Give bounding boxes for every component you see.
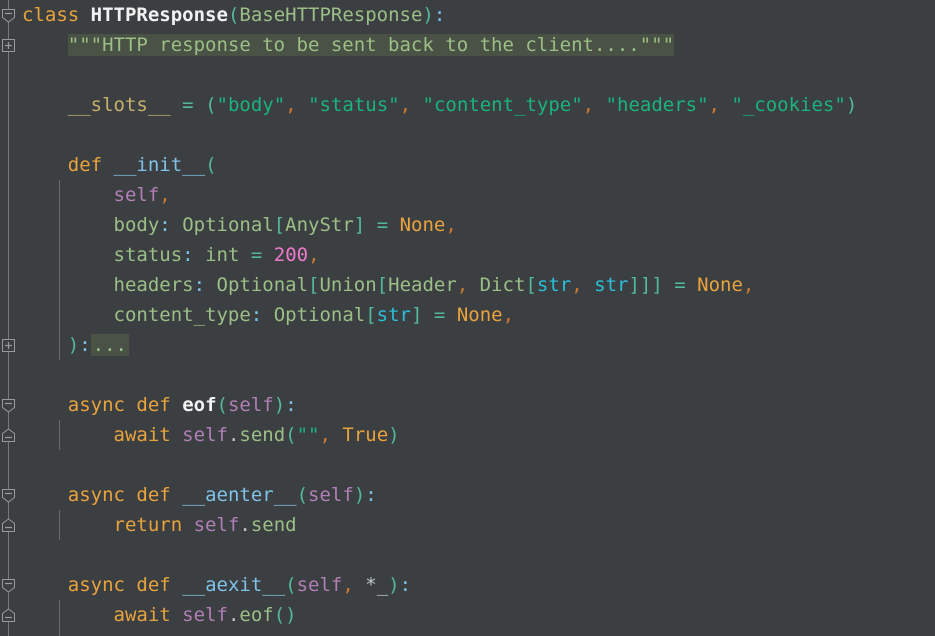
slots-identifier: __slots__	[67, 94, 171, 116]
colon: :	[433, 4, 446, 26]
code-surface[interactable]: class HTTPResponse(BaseHTTPResponse): ""…	[22, 0, 935, 636]
code-line-7[interactable]: self,	[22, 180, 171, 210]
param-self: self	[296, 574, 343, 596]
fold-collapse-eof-icon[interactable]	[0, 397, 17, 414]
self-reference: self	[182, 604, 228, 626]
self-reference: self	[193, 514, 240, 536]
code-line-10[interactable]: headers: Optional[Union[Header, Dict[str…	[22, 270, 755, 300]
code-line-1[interactable]: class HTTPResponse(BaseHTTPResponse):	[22, 0, 445, 30]
type-optional: Optional	[182, 214, 274, 236]
default-none: None	[399, 214, 446, 236]
keyword-class: class	[22, 4, 80, 26]
keyword-await: await	[113, 604, 171, 626]
fold-end-eof-icon[interactable]	[0, 427, 17, 444]
default-status-value: 200	[273, 244, 309, 266]
fold-collapse-aexit-icon[interactable]	[0, 577, 17, 594]
gutter-rail	[8, 0, 9, 636]
code-line-6[interactable]: def __init__(	[22, 150, 217, 180]
arg-true: True	[342, 424, 389, 446]
slots-value-cookies: "_cookies"	[731, 94, 846, 116]
fold-end-aenter-icon[interactable]	[0, 517, 17, 534]
method-name-aenter: __aenter__	[182, 484, 297, 506]
param-content-type: content_type	[113, 304, 251, 326]
type-str: str	[376, 304, 411, 326]
fold-end-aexit-icon[interactable]	[0, 607, 17, 624]
type-dict: Dict	[479, 274, 526, 296]
arg-empty-string: ""	[296, 424, 320, 446]
code-line-14[interactable]: async def eof(self):	[22, 390, 297, 420]
code-line-11[interactable]: content_type: Optional[str] = None,	[22, 300, 515, 330]
assign-operator: =	[182, 94, 194, 116]
method-call-eof: eof	[239, 604, 274, 626]
type-int: int	[205, 244, 240, 266]
fold-collapse-class-icon[interactable]	[0, 7, 17, 24]
type-union: Union	[319, 274, 377, 296]
type-str: str	[536, 274, 572, 296]
code-line-2[interactable]: """HTTP response to be sent back to the …	[22, 30, 675, 60]
keyword-def: def	[136, 394, 171, 416]
param-headers: headers	[113, 274, 194, 296]
fold-expand-docstring-icon[interactable]	[0, 37, 17, 54]
param-status: status	[113, 244, 183, 266]
base-class-name: BaseHTTPResponse	[239, 4, 423, 26]
code-line-9[interactable]: status: int = 200,	[22, 240, 320, 270]
code-editor[interactable]: class HTTPResponse(BaseHTTPResponse): ""…	[0, 0, 935, 636]
folded-body-placeholder[interactable]: ...	[90, 334, 129, 356]
keyword-def: def	[136, 484, 171, 506]
method-call-send: send	[239, 424, 286, 446]
class-docstring: """HTTP response to be sent back to the …	[67, 34, 675, 56]
code-line-4[interactable]: __slots__ = ("body", "status", "content_…	[22, 90, 858, 120]
type-str: str	[594, 274, 629, 296]
paren-open: (	[227, 4, 240, 26]
class-name: HTTPResponse	[90, 4, 228, 26]
slots-value-content-type: "content_type"	[422, 94, 583, 116]
code-line-12[interactable]: ):...	[22, 330, 129, 360]
keyword-async: async	[67, 484, 125, 506]
keyword-async: async	[67, 574, 125, 596]
type-optional: Optional	[273, 304, 366, 326]
keyword-async: async	[67, 394, 125, 416]
keyword-def: def	[136, 574, 171, 596]
attribute-send: send	[250, 514, 297, 536]
slots-value-body: "body"	[216, 94, 286, 116]
editor-gutter[interactable]	[0, 0, 22, 636]
keyword-def: def	[67, 154, 103, 176]
type-anystr: AnyStr	[285, 214, 354, 236]
code-line-21[interactable]: await self.eof()	[22, 600, 297, 630]
default-none: None	[456, 304, 503, 326]
slots-value-headers: "headers"	[605, 94, 709, 116]
method-name-eof: eof	[182, 394, 217, 416]
method-name-init: __init__	[113, 154, 206, 176]
param-self: self	[227, 394, 274, 416]
param-self: self	[113, 184, 160, 206]
code-line-8[interactable]: body: Optional[AnyStr] = None,	[22, 210, 457, 240]
code-line-20[interactable]: async def __aexit__(self, *_):	[22, 570, 411, 600]
code-line-15[interactable]: await self.send("", True)	[22, 420, 400, 450]
default-none: None	[697, 274, 743, 296]
method-name-aexit: __aexit__	[182, 574, 286, 596]
fold-expand-init-icon[interactable]	[0, 337, 17, 354]
param-body: body	[113, 214, 160, 236]
code-line-17[interactable]: async def __aenter__(self):	[22, 480, 377, 510]
type-optional: Optional	[216, 274, 309, 296]
keyword-await: await	[113, 424, 171, 446]
slots-value-status: "status"	[308, 94, 400, 116]
type-header: Header	[388, 274, 457, 296]
paren-close: )	[422, 4, 434, 26]
code-line-18[interactable]: return self.send	[22, 510, 297, 540]
param-self: self	[308, 484, 354, 506]
self-reference: self	[182, 424, 228, 446]
fold-collapse-aenter-icon[interactable]	[0, 487, 17, 504]
param-star-underscore: *_	[365, 574, 389, 596]
keyword-return: return	[113, 514, 183, 536]
